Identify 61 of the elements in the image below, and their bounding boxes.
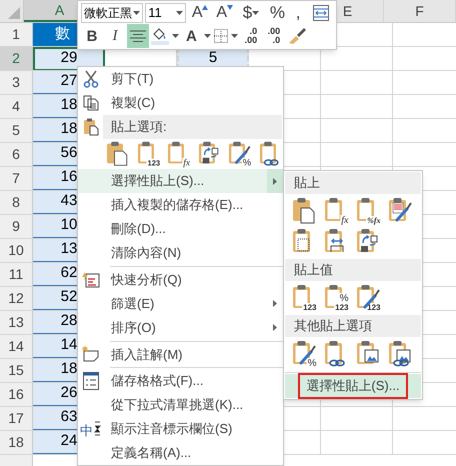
row-header[interactable]: 11 [0,262,33,286]
row-header[interactable]: 15 [0,358,33,382]
submenu-arrow-icon [273,300,277,308]
increase-font-size-button[interactable]: A [192,4,208,20]
quick-analysis-icon [82,272,100,288]
triangle-icon [226,4,233,10]
bold-button[interactable]: B [82,28,102,44]
section-heading: 貼上值 [285,259,421,281]
percent-button[interactable]: % [270,4,285,21]
column-header[interactable]: F [415,0,424,22]
form-icon [82,372,98,390]
section-heading: 其他貼上選項 [285,315,421,337]
section-heading: 貼上 [285,172,421,194]
row-header[interactable]: 13 [0,310,33,334]
scissors-icon [82,70,98,88]
caret-icon[interactable] [230,34,238,38]
decrease-font-size-button[interactable]: A [216,4,233,20]
currency-button[interactable]: $ [242,4,252,21]
font-color-button[interactable]: A [182,28,201,44]
increase-decimal-button[interactable]: .0 .00 [244,27,258,45]
row-header[interactable]: 14 [0,334,33,358]
decrease-decimal-button[interactable]: .00 .0 [268,27,280,45]
row-header[interactable]: 18 [0,430,33,454]
submenu-arrow-icon [273,324,277,332]
font-size-dropdown[interactable]: 11 [145,2,186,22]
row-header[interactable]: 3 [0,70,33,94]
column-header[interactable]: E [342,0,352,22]
caret-icon[interactable] [252,10,260,14]
caret-icon[interactable] [172,34,179,38]
menu-item[interactable]: 選擇性貼上(S)... [298,373,408,399]
row-header[interactable]: 1 [0,23,33,46]
row-header[interactable]: 12 [0,286,33,310]
caret-icon[interactable] [133,10,140,14]
menu-item[interactable]: 選擇性貼上(S)... [78,169,283,193]
submenu-arrow-icon [273,178,277,184]
comma-style-button[interactable]: , [296,4,301,21]
copy-icon [82,95,98,111]
row-header[interactable]: 16 [0,382,33,406]
row-header[interactable]: 10 [0,238,33,262]
row-header[interactable]: 8 [0,190,33,214]
caret-icon[interactable] [204,34,211,38]
triangle-icon [202,4,208,10]
paint-bucket-icon[interactable] [151,27,169,45]
font-name-dropdown[interactable]: 微軟正黑 [81,2,144,22]
sticky-note-icon [82,346,100,362]
row-header[interactable]: 17 [0,406,33,430]
row-header[interactable]: 6 [0,142,33,166]
borders-icon[interactable] [214,29,228,43]
section-heading: 貼上選項: [103,115,282,139]
row-header[interactable]: 7 [0,166,33,190]
row-header[interactable]: 9 [0,214,33,238]
row-header[interactable]: 5 [0,118,33,142]
table-icon[interactable] [312,4,329,20]
column-header[interactable]: A [54,0,64,20]
row-header[interactable]: 4 [0,94,33,118]
align-center-icon[interactable] [130,30,146,42]
paintbrush-icon[interactable] [286,27,307,45]
caret-icon[interactable] [176,10,183,14]
row-header[interactable]: 2 [0,46,33,70]
clipboard-icon [82,118,98,136]
italic-button[interactable]: I [108,28,122,44]
